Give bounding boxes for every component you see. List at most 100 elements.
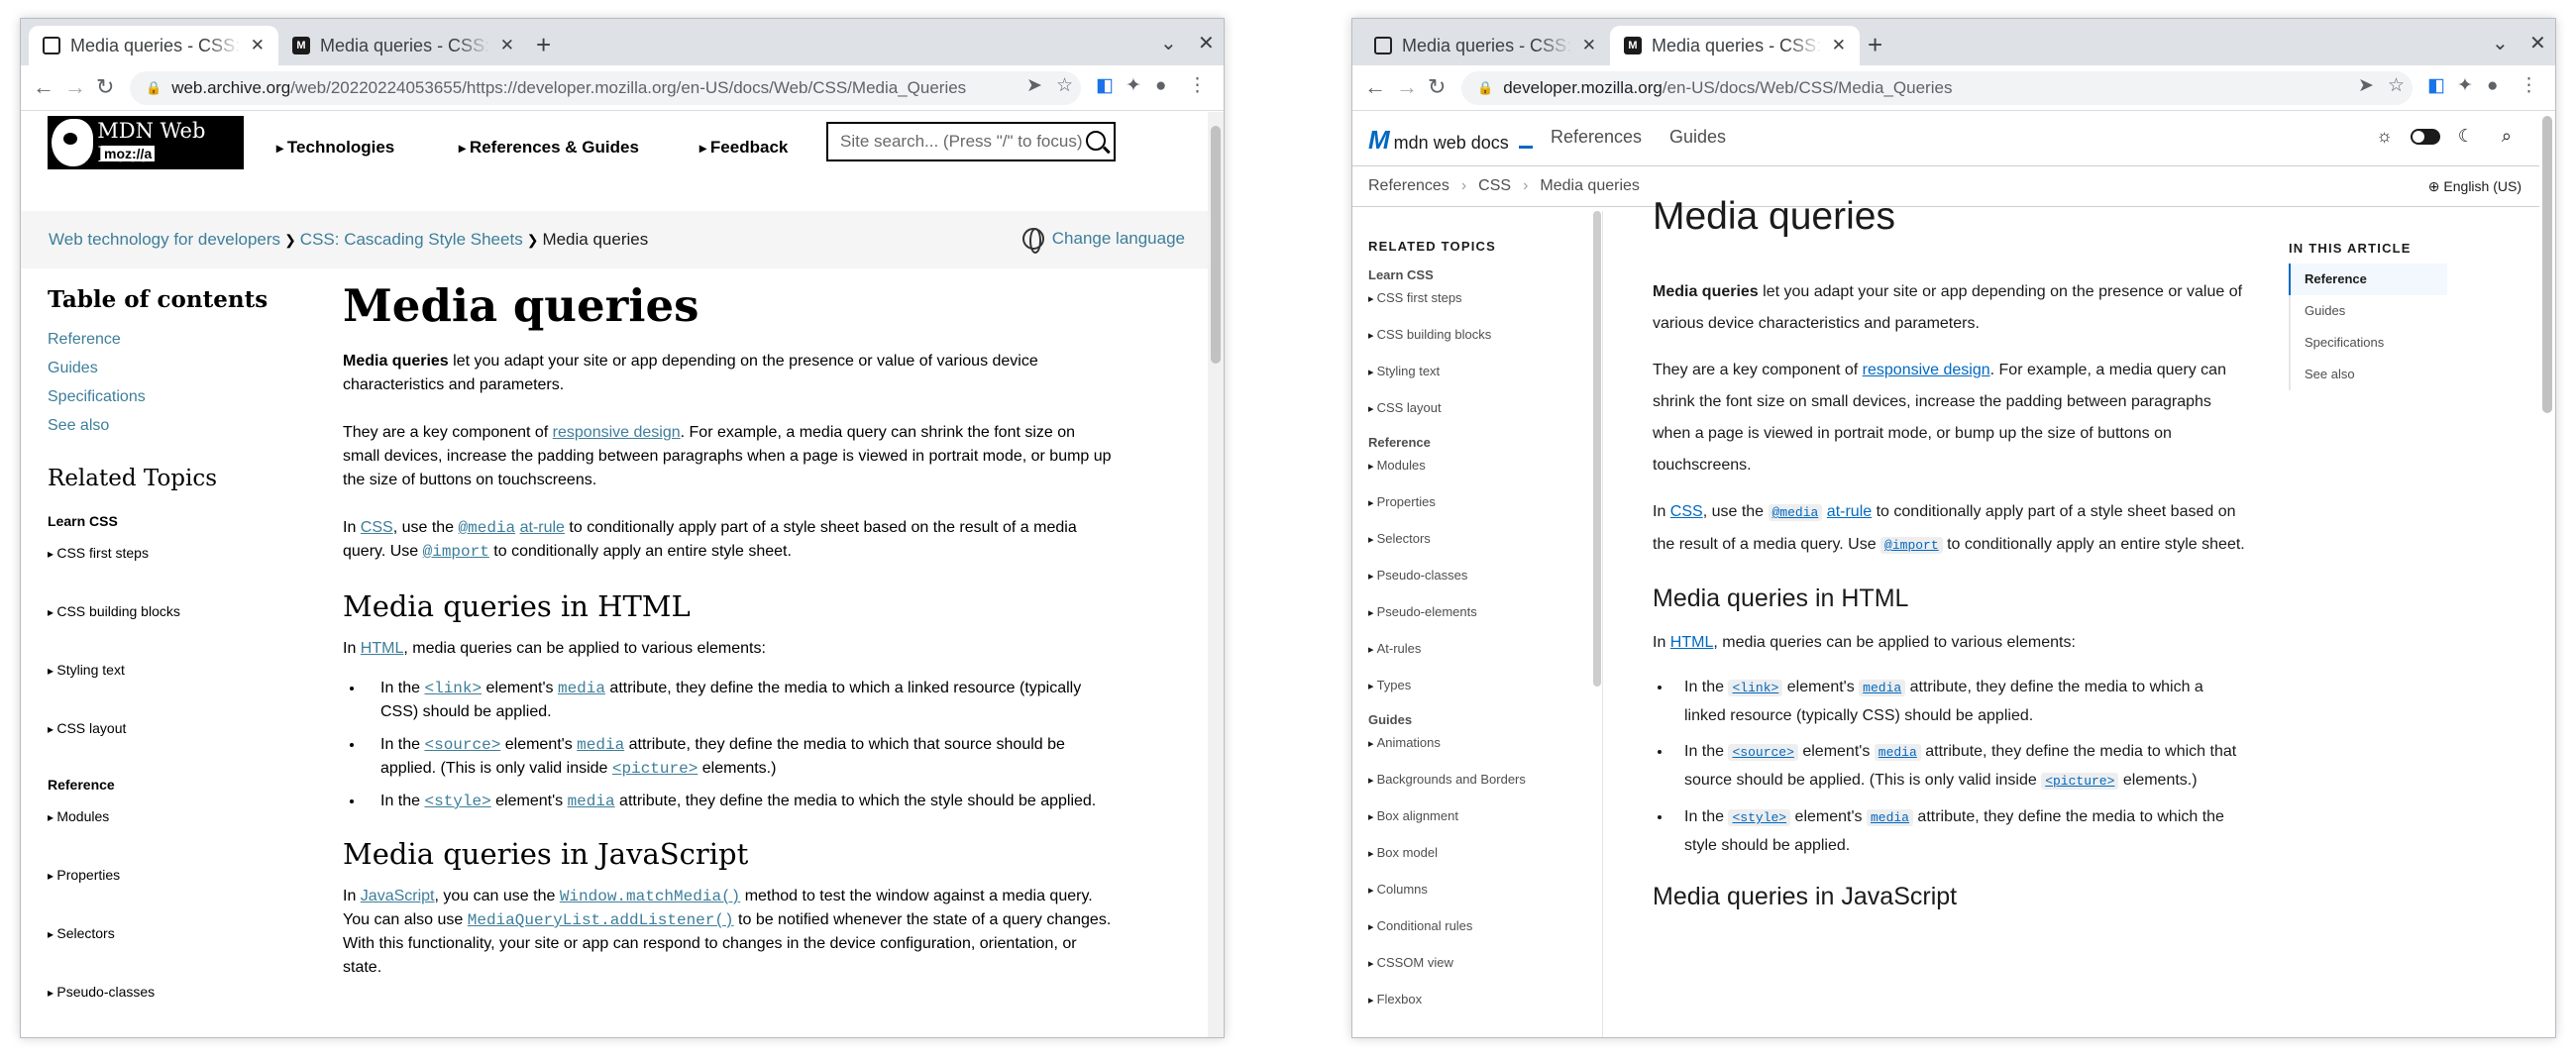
nav-references[interactable]: References — [1551, 127, 1642, 148]
back-arrow-icon[interactable]: ← — [33, 74, 54, 100]
sidebar-item-pseudo-classes[interactable]: Pseudo-classes — [1368, 566, 1586, 586]
link-media-attr[interactable]: media — [577, 736, 624, 754]
nav-guides[interactable]: Guides — [1669, 127, 1726, 148]
page-scrollbar[interactable] — [2539, 112, 2555, 1037]
window-close-icon[interactable]: ✕ — [2529, 31, 2546, 55]
sidebar-item-box-alignment[interactable]: Box alignment — [1368, 806, 1586, 827]
toc-link-guides[interactable]: Guides — [48, 360, 98, 376]
tab-search-chevron-icon[interactable]: ⌄ — [1160, 31, 1177, 55]
profile-icon[interactable]: ● — [1155, 74, 1166, 98]
language-selector[interactable]: ⊕ English (US) — [2428, 178, 2522, 195]
link-at-rule[interactable]: at-rule — [520, 519, 565, 536]
breadcrumb-link-css[interactable]: CSS: Cascading Style Sheets — [300, 230, 523, 249]
link-responsive-design[interactable]: responsive design — [553, 424, 681, 441]
toc-link-see-also[interactable]: See also — [48, 417, 109, 434]
link-media-attr[interactable]: media — [1859, 680, 1906, 696]
extensions-icon[interactable]: ✦ — [1126, 74, 1141, 98]
menu-kebab-icon[interactable]: ⋮ — [2520, 74, 2538, 98]
tab-archive-active[interactable]: Media queries - CSS: Ca ✕ — [29, 26, 278, 65]
sidebar-item-properties[interactable]: Properties — [1368, 492, 1586, 513]
sidebar-item-styling-text[interactable]: Styling text — [48, 660, 305, 681]
link-matchmedia[interactable]: Window.matchMedia() — [560, 888, 740, 905]
sidebar-item-types[interactable]: Types — [1368, 676, 1586, 696]
sidebar-item-animations[interactable]: Animations — [1368, 733, 1586, 754]
link-media-code[interactable]: @media — [459, 519, 516, 537]
link-at-rule[interactable]: at-rule — [1827, 503, 1872, 520]
link-html[interactable]: HTML — [1670, 634, 1714, 651]
sidebar-item-pseudo-elements[interactable]: Pseudo-elements — [1368, 602, 1586, 623]
link-picture-element[interactable]: <picture> — [612, 760, 698, 778]
nav-technologies[interactable]: Technologies — [276, 138, 394, 158]
send-icon[interactable]: ➤ — [2358, 74, 2374, 98]
reload-icon[interactable]: ↻ — [1428, 74, 1446, 100]
toc-link-specifications[interactable]: Specifications — [2289, 327, 2447, 359]
sidebar-item-properties[interactable]: Properties — [48, 865, 305, 886]
search-icon[interactable]: ⌕ — [2502, 126, 2512, 147]
link-source-element[interactable]: <source> — [424, 736, 500, 754]
link-media-attr[interactable]: media — [1874, 744, 1921, 761]
toc-link-specifications[interactable]: Specifications — [48, 388, 146, 405]
new-tab-button[interactable]: + — [1868, 31, 1882, 58]
tab-archive[interactable]: Media queries - CSS: Ca ✕ — [1360, 26, 1610, 65]
translate-icon[interactable]: ◧ — [2427, 74, 2445, 98]
forward-arrow-icon[interactable]: → — [1396, 74, 1418, 100]
change-language-button[interactable]: Change language — [1021, 228, 1185, 254]
change-language-label[interactable]: Change language — [1052, 229, 1185, 249]
nav-feedback[interactable]: Feedback — [699, 138, 788, 158]
link-addlistener[interactable]: MediaQueryList.addListener() — [468, 911, 734, 929]
link-link-element[interactable]: <link> — [1728, 680, 1783, 696]
new-tab-button[interactable]: + — [536, 31, 551, 58]
tab-mdn[interactable]: M Media queries - CSS: Ca ✕ — [278, 26, 528, 65]
tab-close-icon[interactable]: ✕ — [251, 36, 265, 55]
link-html[interactable]: HTML — [361, 640, 404, 657]
link-source-element[interactable]: <source> — [1728, 744, 1798, 761]
back-arrow-icon[interactable]: ← — [1364, 74, 1386, 100]
link-media-code[interactable]: @media — [1768, 504, 1823, 521]
link-media-attr[interactable]: media — [1866, 809, 1913, 826]
link-style-element[interactable]: <style> — [1728, 809, 1791, 826]
scrollbar-thumb[interactable] — [2542, 116, 2552, 413]
tab-close-icon[interactable]: ✕ — [1582, 36, 1596, 55]
link-media-attr[interactable]: media — [558, 680, 605, 697]
breadcrumb-link-css[interactable]: CSS — [1478, 177, 1511, 194]
search-icon[interactable] — [1086, 131, 1106, 151]
breadcrumb-link-references[interactable]: References — [1368, 177, 1449, 194]
sidebar-item-columns[interactable]: Columns — [1368, 880, 1586, 901]
sidebar-item-css-building-blocks[interactable]: CSS building blocks — [1368, 325, 1586, 346]
extensions-icon[interactable]: ✦ — [2457, 74, 2473, 98]
menu-kebab-icon[interactable]: ⋮ — [1188, 74, 1207, 98]
send-icon[interactable]: ➤ — [1026, 74, 1042, 98]
address-bar[interactable]: 🔒 web.archive.org/web/20220224053655/htt… — [130, 71, 1081, 105]
tab-close-icon[interactable]: ✕ — [1832, 36, 1846, 55]
link-import-code[interactable]: @import — [1880, 537, 1943, 554]
bookmark-star-icon[interactable]: ☆ — [2388, 74, 2405, 98]
sidebar-item-conditional-rules[interactable]: Conditional rules — [1368, 916, 1586, 937]
sidebar-item-selectors[interactable]: Selectors — [48, 923, 305, 944]
link-javascript[interactable]: JavaScript — [361, 888, 435, 904]
sidebar-item-css-building-blocks[interactable]: CSS building blocks — [48, 601, 305, 622]
page-scrollbar[interactable] — [1208, 112, 1224, 1037]
toc-link-see-also[interactable]: See also — [2289, 359, 2447, 390]
toc-link-reference[interactable]: Reference — [2289, 264, 2447, 295]
sidebar-item-css-layout[interactable]: CSS layout — [1368, 398, 1586, 419]
sidebar-item-cssom-view[interactable]: CSSOM view — [1368, 953, 1586, 974]
scrollbar-thumb[interactable] — [1211, 126, 1221, 364]
toc-link-reference[interactable]: Reference — [48, 331, 121, 348]
bookmark-star-icon[interactable]: ☆ — [1056, 74, 1073, 98]
site-search-input[interactable]: Site search... (Press "/" to focus) — [826, 122, 1116, 161]
tab-search-chevron-icon[interactable]: ⌄ — [2492, 31, 2509, 55]
sidebar-scrollbar[interactable] — [1593, 211, 1601, 687]
link-style-element[interactable]: <style> — [424, 793, 490, 810]
sidebar-item-styling-text[interactable]: Styling text — [1368, 362, 1586, 382]
sidebar-item-pseudo-classes[interactable]: Pseudo-classes — [48, 982, 305, 1003]
mdn-logo[interactable]: MDN Web Docs moz://a — [48, 116, 244, 169]
forward-arrow-icon[interactable]: → — [64, 74, 86, 100]
theme-toggle[interactable] — [2410, 128, 2440, 145]
profile-icon[interactable]: ● — [2487, 74, 2498, 98]
translate-icon[interactable]: ◧ — [1096, 74, 1114, 98]
sidebar-item-flexbox[interactable]: Flexbox — [1368, 990, 1586, 1010]
sidebar-item-at-rules[interactable]: At-rules — [1368, 639, 1586, 660]
nav-references-guides[interactable]: References & Guides — [459, 138, 639, 158]
link-picture-element[interactable]: <picture> — [2041, 773, 2119, 790]
link-link-element[interactable]: <link> — [424, 680, 482, 697]
